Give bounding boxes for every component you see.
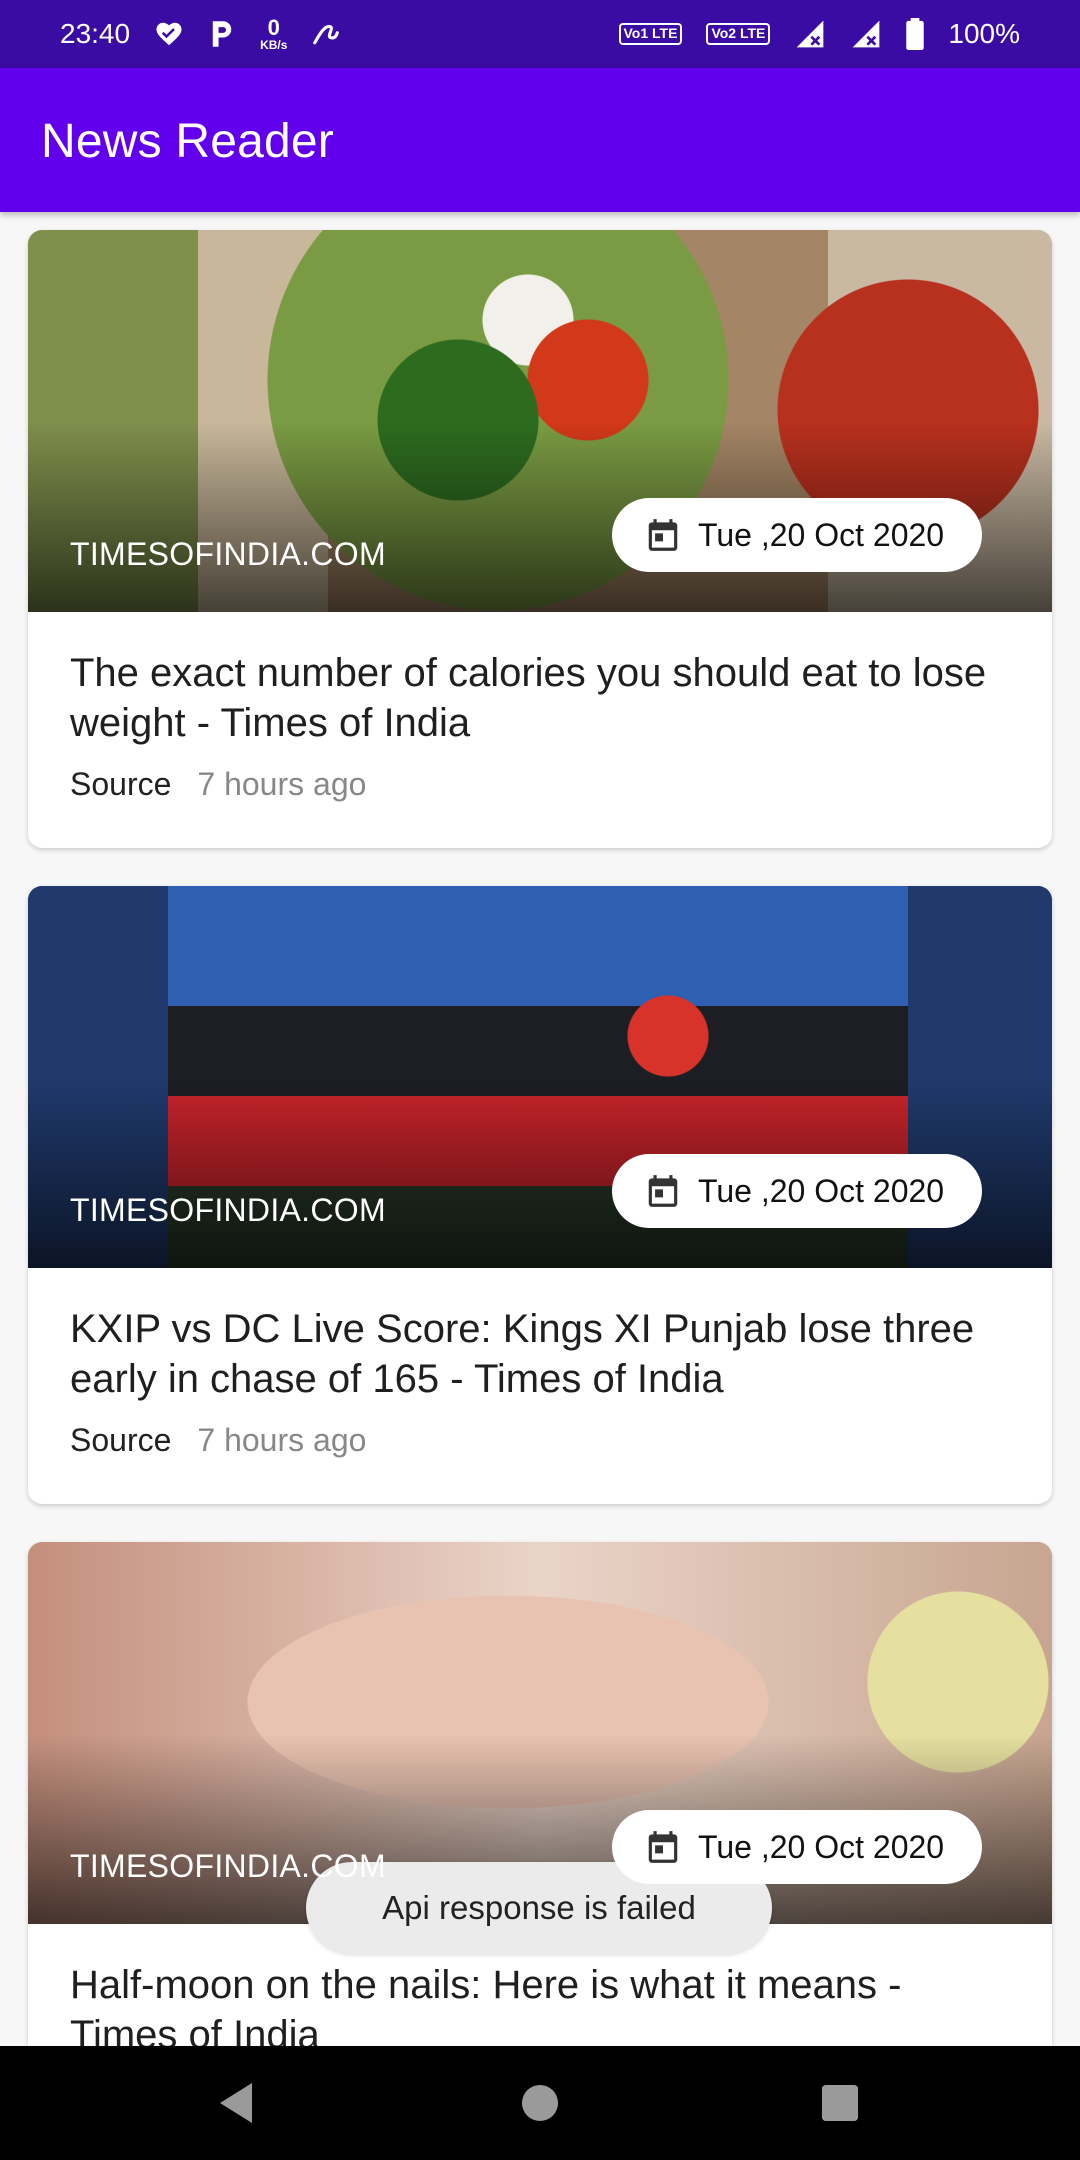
signal-icon (794, 19, 826, 49)
page-title: News Reader (41, 115, 334, 168)
status-bar-left: 23:40 0 KB/s (60, 17, 341, 51)
article-source-label: Source (70, 766, 172, 802)
article-meta: Source 7 hours ago (70, 766, 366, 803)
battery-level: 100% (948, 18, 1020, 49)
calendar-icon (644, 1828, 682, 1866)
date-pill: Tue ,20 Oct 2020 (612, 498, 983, 572)
status-bar-right: Vo1 LTE Vo2 LTE 100% (618, 18, 1020, 50)
news-card[interactable]: TIMESOFINDIA.COM Tue ,20 Oct 2020 Half-m… (28, 1542, 1052, 2046)
article-domain: TIMESOFINDIA.COM (70, 1848, 386, 1884)
recents-icon[interactable] (780, 2046, 900, 2160)
calendar-icon (644, 1172, 682, 1210)
heart-icon (154, 19, 184, 49)
news-card[interactable]: TIMESOFINDIA.COM Tue ,20 Oct 2020 KXIP v… (28, 886, 1052, 1504)
article-date: Tue ,20 Oct 2020 (698, 516, 945, 553)
article-meta: Source 7 hours ago (70, 1422, 366, 1459)
status-time: 23:40 (60, 18, 131, 49)
network-speed: 0 KB/s (260, 15, 288, 52)
article-time-ago: 7 hours ago (197, 1422, 367, 1458)
paytm-p-icon (208, 19, 236, 49)
network-speed-value: 0 (267, 15, 280, 40)
date-pill: Tue ,20 Oct 2020 (612, 1154, 983, 1228)
app-bar: News Reader (0, 68, 1080, 212)
article-date: Tue ,20 Oct 2020 (698, 1828, 945, 1865)
signal-icon (850, 19, 882, 49)
article-source-label: Source (70, 1422, 172, 1458)
network-speed-unit: KB/s (260, 38, 288, 52)
volte-2-badge: Vo2 LTE (706, 23, 771, 45)
article-domain: TIMESOFINDIA.COM (70, 536, 386, 572)
volte-1-badge: Vo1 LTE (618, 23, 683, 45)
news-card[interactable]: TIMESOFINDIA.COM Tue ,20 Oct 2020 The ex… (28, 230, 1052, 848)
status-bar: 23:40 0 KB/s Vo1 LTE Vo2 LTE 100% (0, 0, 1080, 68)
article-title[interactable]: Half-moon on the nails: Here is what it … (70, 1960, 1010, 2046)
date-pill: Tue ,20 Oct 2020 (612, 1810, 983, 1884)
calendar-icon (644, 516, 682, 554)
home-icon[interactable] (480, 2046, 600, 2160)
article-title[interactable]: The exact number of calories you should … (70, 648, 1010, 748)
system-nav-bar (0, 2046, 1080, 2160)
swirl-icon (311, 21, 341, 47)
news-feed[interactable]: TIMESOFINDIA.COM Tue ,20 Oct 2020 The ex… (0, 212, 1080, 2046)
article-title[interactable]: KXIP vs DC Live Score: Kings XI Punjab l… (70, 1304, 1010, 1404)
article-time-ago: 7 hours ago (197, 766, 367, 802)
article-domain: TIMESOFINDIA.COM (70, 1192, 386, 1228)
article-date: Tue ,20 Oct 2020 (698, 1172, 945, 1209)
battery-icon (906, 18, 925, 50)
back-icon[interactable] (176, 2046, 296, 2160)
